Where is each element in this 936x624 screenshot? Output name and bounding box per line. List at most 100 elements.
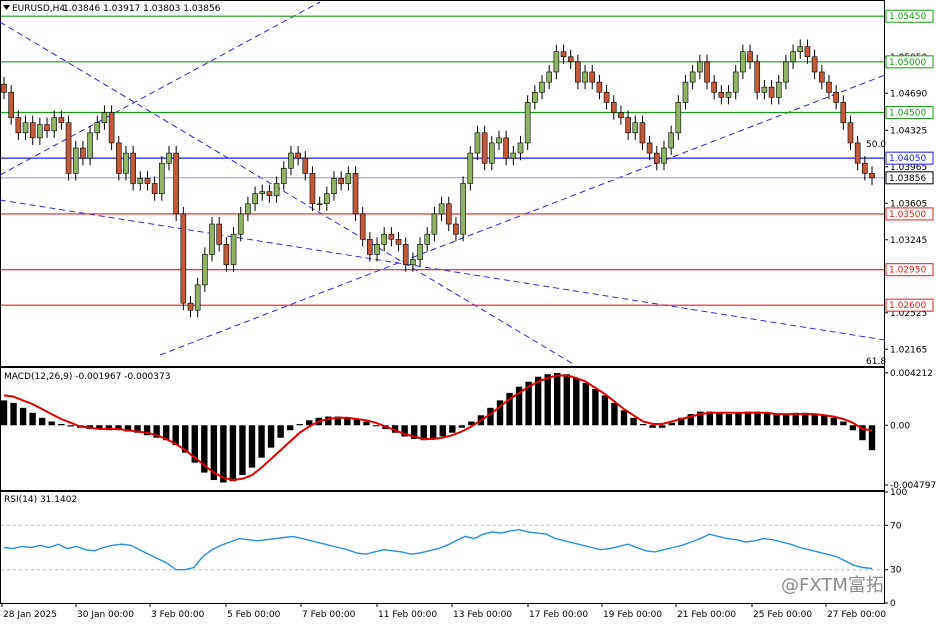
candle-body[interactable] bbox=[682, 81, 689, 103]
candle-body[interactable] bbox=[438, 203, 445, 215]
candle-body[interactable] bbox=[653, 152, 660, 164]
candle-body[interactable] bbox=[245, 203, 251, 215]
candle-body[interactable] bbox=[345, 173, 352, 184]
candle-body[interactable] bbox=[869, 173, 875, 179]
candle-body[interactable] bbox=[862, 162, 868, 174]
candle-body[interactable] bbox=[37, 124, 43, 139]
candle-body[interactable] bbox=[625, 117, 631, 134]
candle-body[interactable] bbox=[445, 203, 452, 225]
candle-body[interactable] bbox=[338, 178, 344, 184]
candle-body[interactable] bbox=[539, 81, 545, 93]
candle-body[interactable] bbox=[395, 238, 402, 245]
candle-body[interactable] bbox=[402, 244, 409, 265]
candle-body[interactable] bbox=[65, 122, 72, 174]
candle-body[interactable] bbox=[51, 117, 58, 132]
candle-body[interactable] bbox=[847, 122, 854, 144]
candle-body[interactable] bbox=[697, 61, 703, 73]
candle-body[interactable] bbox=[352, 173, 359, 215]
candle-body[interactable] bbox=[546, 71, 552, 83]
candle-body[interactable] bbox=[108, 112, 115, 144]
candle-body[interactable] bbox=[725, 91, 732, 98]
candle-body[interactable] bbox=[381, 233, 387, 245]
candle-body[interactable] bbox=[596, 81, 603, 93]
candle-body[interactable] bbox=[22, 122, 29, 134]
candle-body[interactable] bbox=[29, 122, 36, 139]
candle-body[interactable] bbox=[166, 152, 172, 164]
candle-body[interactable] bbox=[230, 233, 237, 265]
candle-body[interactable] bbox=[775, 81, 782, 98]
candle-body[interactable] bbox=[503, 137, 509, 159]
candle-body[interactable] bbox=[826, 81, 832, 93]
candle-body[interactable] bbox=[130, 152, 136, 184]
candle-body[interactable] bbox=[273, 183, 280, 196]
candle-body[interactable] bbox=[252, 193, 258, 205]
candle-body[interactable] bbox=[582, 71, 588, 83]
candle-body[interactable] bbox=[87, 132, 93, 159]
candle-body[interactable] bbox=[474, 132, 481, 154]
candle-body[interactable] bbox=[489, 142, 495, 164]
candle-body[interactable] bbox=[797, 46, 804, 52]
candle-body[interactable] bbox=[790, 51, 796, 63]
candle-body[interactable] bbox=[266, 191, 273, 196]
candle-body[interactable] bbox=[754, 61, 761, 93]
candle-body[interactable] bbox=[331, 178, 337, 194]
candle-body[interactable] bbox=[840, 102, 847, 123]
candle-body[interactable] bbox=[646, 142, 653, 154]
candle-body[interactable] bbox=[854, 142, 861, 164]
candle-body[interactable] bbox=[295, 152, 301, 159]
candle-body[interactable] bbox=[202, 254, 208, 286]
candle-body[interactable] bbox=[532, 91, 538, 103]
candle-body[interactable] bbox=[603, 91, 610, 103]
candle-body[interactable] bbox=[804, 46, 811, 58]
candle-body[interactable] bbox=[431, 213, 438, 235]
candle-body[interactable] bbox=[639, 122, 646, 144]
candle-body[interactable] bbox=[151, 183, 158, 194]
candle-body[interactable] bbox=[209, 223, 215, 255]
candle-body[interactable] bbox=[15, 117, 22, 134]
candle-body[interactable] bbox=[316, 203, 323, 206]
candle-body[interactable] bbox=[761, 86, 768, 93]
candle-body[interactable] bbox=[496, 137, 502, 144]
candle-body[interactable] bbox=[8, 91, 14, 118]
candle-body[interactable] bbox=[94, 122, 101, 134]
candle-body[interactable] bbox=[159, 162, 165, 194]
candle-body[interactable] bbox=[618, 112, 624, 118]
candle-body[interactable] bbox=[223, 244, 230, 265]
candle-body[interactable] bbox=[367, 238, 373, 255]
candle-body[interactable] bbox=[187, 302, 194, 311]
candle-body[interactable] bbox=[589, 71, 596, 83]
candle-body[interactable] bbox=[324, 193, 330, 205]
candle-body[interactable] bbox=[467, 152, 474, 184]
candle-body[interactable] bbox=[668, 132, 674, 149]
candle-body[interactable] bbox=[194, 284, 201, 311]
candle-body[interactable] bbox=[610, 102, 617, 113]
trading-chart[interactable]: 50.061.8 1.043251.039651.036051.032451.0… bbox=[0, 0, 936, 624]
candle-body[interactable] bbox=[560, 51, 567, 58]
candle-body[interactable] bbox=[453, 223, 459, 235]
candle-body[interactable] bbox=[359, 213, 366, 240]
candle-body[interactable] bbox=[374, 244, 380, 255]
candle-body[interactable] bbox=[80, 147, 86, 159]
candle-body[interactable] bbox=[460, 183, 466, 235]
candle-body[interactable] bbox=[567, 56, 574, 63]
candle-body[interactable] bbox=[280, 167, 287, 184]
candle-body[interactable] bbox=[524, 102, 531, 144]
candle-body[interactable] bbox=[510, 152, 517, 159]
candle-body[interactable] bbox=[833, 91, 839, 103]
candle-body[interactable] bbox=[1, 83, 7, 93]
candle-body[interactable] bbox=[237, 213, 244, 235]
candle-body[interactable] bbox=[58, 117, 65, 123]
candle-body[interactable] bbox=[72, 147, 79, 174]
candle-body[interactable] bbox=[259, 191, 266, 194]
candle-body[interactable] bbox=[137, 178, 144, 184]
candle-body[interactable] bbox=[173, 152, 179, 215]
candle-body[interactable] bbox=[732, 71, 739, 93]
candle-body[interactable] bbox=[818, 71, 825, 83]
candle-body[interactable] bbox=[704, 61, 710, 83]
candle-body[interactable] bbox=[689, 71, 696, 83]
candle-body[interactable] bbox=[424, 233, 431, 245]
candle-body[interactable] bbox=[783, 61, 789, 83]
candle-body[interactable] bbox=[410, 259, 416, 265]
candle-body[interactable] bbox=[216, 223, 223, 245]
candle-body[interactable] bbox=[553, 51, 560, 73]
